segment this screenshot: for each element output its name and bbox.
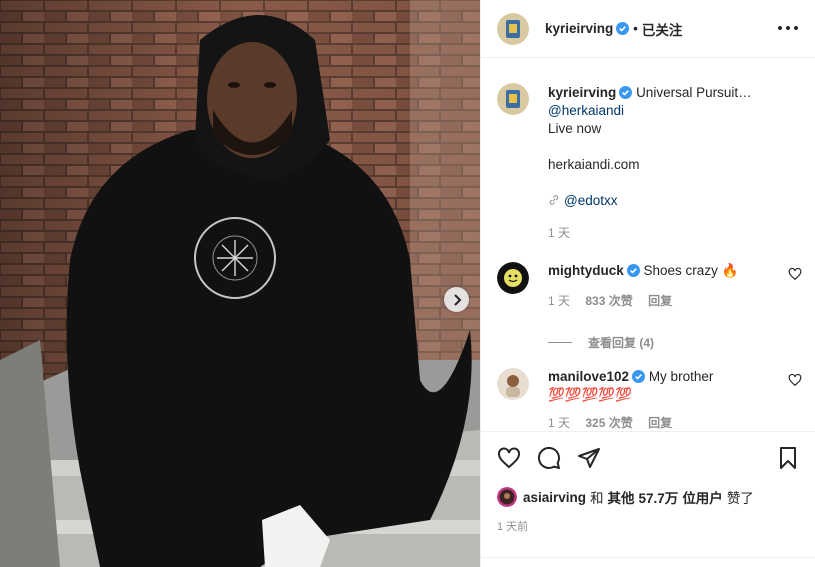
link-icon	[549, 195, 559, 205]
author-username[interactable]: kyrieirving	[545, 21, 613, 36]
hundred-emoji-line: 💯💯💯💯💯	[548, 387, 633, 402]
comment-username[interactable]: manilove102	[548, 369, 629, 384]
comment-username[interactable]: mightyduck	[548, 263, 624, 278]
caption-tagged-user[interactable]: @edotxx	[564, 193, 617, 208]
chevron-right-icon	[453, 293, 461, 306]
verified-badge-icon	[632, 370, 646, 383]
likes-others[interactable]: 其他	[608, 487, 635, 507]
comment-time: 1 天	[548, 294, 571, 308]
likes-summary: asiairving 和 其他 57.7万 位用户 赞了	[497, 487, 758, 507]
view-replies-button[interactable]: 查看回复 (4)	[548, 334, 654, 351]
likes-count[interactable]: 57.7万	[639, 487, 679, 507]
next-photo-button[interactable]	[444, 287, 469, 312]
comment-button[interactable]	[537, 446, 561, 470]
verified-badge-icon	[619, 86, 633, 99]
instagram-post-modal: kyrieirving • 已关注 kyrieirving Universal …	[0, 0, 815, 567]
post-header: kyrieirving • 已关注	[481, 0, 815, 58]
more-options-icon[interactable]	[778, 21, 798, 35]
post-timestamp[interactable]: 1 天前	[497, 518, 528, 534]
reply-button[interactable]: 回复	[648, 416, 672, 430]
bookmark-icon	[780, 447, 796, 469]
likes-action: 赞了	[726, 491, 754, 506]
caption-body: kyrieirving Universal Pursuit… @herkaian…	[548, 84, 798, 242]
verified-badge-icon	[626, 264, 640, 277]
post-photo	[0, 0, 480, 567]
heart-icon	[498, 447, 520, 469]
likes-connector: 和	[590, 491, 604, 506]
comment-likes[interactable]: 833 次赞	[585, 294, 632, 308]
comment-avatar[interactable]	[497, 368, 529, 400]
caption-tag-line: @edotxx	[548, 192, 798, 210]
caption-username[interactable]: kyrieirving	[548, 85, 616, 100]
post-side-panel: kyrieirving • 已关注 kyrieirving Universal …	[480, 0, 815, 567]
caption-text: Universal Pursuit…	[636, 85, 752, 100]
caption-avatar[interactable]	[497, 83, 529, 115]
author-avatar[interactable]	[497, 12, 529, 45]
save-button[interactable]	[776, 446, 800, 470]
comment-time: 1 天	[548, 416, 571, 430]
comment-avatar[interactable]	[497, 262, 529, 294]
action-row	[497, 446, 601, 470]
reply-button[interactable]: 回复	[648, 294, 672, 308]
photo-image	[0, 0, 480, 567]
add-comment-section[interactable]	[481, 557, 815, 567]
view-replies-label: 查看回复 (4)	[588, 336, 655, 350]
caption-first-line: kyrieirving Universal Pursuit…	[548, 84, 798, 102]
comment-meta: 1 天 325 次赞 回复	[548, 414, 713, 431]
comments-section[interactable]: kyrieirving Universal Pursuit… @herkaian…	[481, 59, 815, 431]
comment-body: mightyduck Shoes crazy 🔥 1 天 833 次赞 回复	[548, 262, 738, 310]
liker-username[interactable]: asiairving	[523, 490, 586, 505]
likes-suffix: 位用户	[682, 491, 723, 506]
paper-plane-icon	[578, 448, 600, 468]
post-actions: asiairving 和 其他 57.7万 位用户 赞了 1 天前	[481, 431, 815, 567]
heart-icon[interactable]	[788, 267, 802, 281]
comment-meta: 1 天 833 次赞 回复	[548, 292, 738, 310]
comment-body: manilove102 My brother 💯💯💯💯💯 1 天 325 次赞 …	[548, 368, 713, 431]
caption-live-now: Live now	[548, 121, 602, 136]
comment-text: Shoes crazy	[643, 263, 718, 278]
verified-badge-icon	[616, 22, 630, 35]
liker-avatar[interactable]	[497, 487, 517, 507]
caption-time: 1 天	[548, 226, 571, 240]
like-button[interactable]	[497, 446, 521, 470]
caption-mention[interactable]: @herkaiandi	[548, 102, 798, 120]
comment-bubble-icon	[537, 446, 560, 469]
following-button[interactable]: 已关注	[642, 19, 683, 39]
comment-likes[interactable]: 325 次赞	[585, 416, 632, 430]
comment-text: My brother	[648, 369, 714, 384]
heart-icon[interactable]	[788, 373, 802, 387]
fire-emoji: 🔥	[721, 263, 739, 278]
share-button[interactable]	[577, 446, 601, 470]
caption-website: herkaiandi.com	[548, 157, 640, 172]
header-separator: •	[633, 21, 638, 36]
